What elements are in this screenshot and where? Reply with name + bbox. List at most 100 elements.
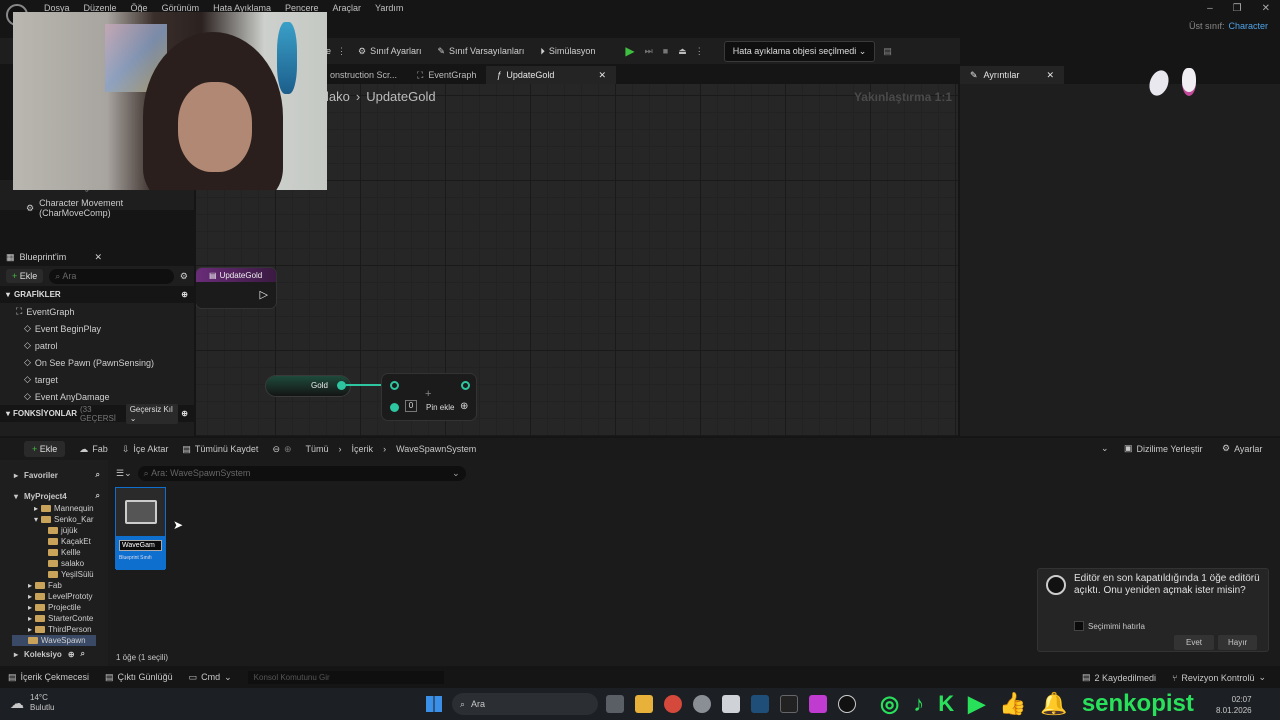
add-pin-icon[interactable]: ⊕	[460, 401, 468, 412]
close-tab-icon[interactable]: ✕	[598, 70, 606, 81]
content-drawer-button[interactable]: ▤ İçerik Çekmecesi	[8, 672, 89, 683]
taskbar-search[interactable]: ⌕ Ara	[452, 693, 598, 715]
gold-variable-node[interactable]: Gold	[266, 376, 350, 396]
exec-pin-icon[interactable]: ▷	[260, 288, 268, 301]
tree-folder[interactable]: YeşilSülü	[34, 569, 96, 580]
play-options-icon[interactable]: ⋮	[695, 46, 704, 57]
close-details-icon[interactable]: ✕	[1046, 70, 1054, 81]
project-section[interactable]: ▾ MyProject4 ⌕	[14, 491, 100, 501]
tree-folder[interactable]: ▸ Fab	[28, 580, 96, 591]
chrome-icon[interactable]	[664, 695, 682, 713]
no-button[interactable]: Hayır	[1218, 635, 1258, 650]
store-icon[interactable]	[722, 695, 740, 713]
path-dropdown-icon[interactable]: ⌄	[1101, 443, 1109, 454]
tree-folder[interactable]: KaçakEt	[34, 536, 96, 547]
fab-button[interactable]: ☁ Fab	[79, 444, 108, 455]
revision-control-button[interactable]: ⑂ Revizyon Kontrolü ⌄	[1172, 672, 1266, 683]
file-explorer-icon[interactable]	[635, 695, 653, 713]
graph-item-event-graph[interactable]: ⛶ EventGraph	[0, 303, 194, 320]
import-button[interactable]: ⇩ İçe Aktar	[122, 444, 169, 455]
index-input[interactable]: 0	[405, 400, 417, 412]
content-settings-button[interactable]: ⚙ Ayarlar	[1222, 443, 1262, 454]
step-icon[interactable]: ⏭	[645, 46, 653, 57]
settings-icon[interactable]: ⚙	[180, 271, 188, 282]
gold-output-pin[interactable]	[337, 381, 346, 390]
steam-icon[interactable]	[751, 695, 769, 713]
add-collection-icon[interactable]: ⊕	[68, 650, 75, 659]
search-icon[interactable]: ⌕	[81, 649, 85, 659]
add-button[interactable]: + Ekle	[6, 269, 44, 283]
dock-layout-button[interactable]: ▣ Dizilime Yerleştir	[1124, 443, 1203, 454]
event-item[interactable]: ◇ target	[0, 371, 194, 388]
tree-folder[interactable]: jüjük	[34, 525, 96, 536]
add-pin-label[interactable]: Pin ekle	[426, 403, 454, 412]
parent-class-link[interactable]: Character	[1228, 21, 1268, 31]
minimize-icon[interactable]: –	[1207, 3, 1213, 14]
save-all-button[interactable]: ▤ Tümünü Kaydet	[182, 444, 258, 455]
search-icon[interactable]: ⌕	[96, 470, 100, 480]
output-log-button[interactable]: ▤ Çıktı Günlüğü	[105, 672, 173, 683]
event-item[interactable]: ◇ On See Pawn (PawnSensing)	[0, 354, 194, 371]
favorites-section[interactable]: ▸ Favoriler ⌕	[14, 470, 100, 480]
maximize-icon[interactable]: ❐	[1233, 3, 1242, 14]
epic-games-icon[interactable]	[780, 695, 798, 713]
remember-checkbox[interactable]	[1074, 621, 1084, 631]
override-dropdown[interactable]: Geçersiz Kıl ⌄	[125, 403, 179, 424]
search-icon[interactable]: ⌕	[96, 491, 100, 501]
task-view-icon[interactable]	[606, 695, 624, 713]
weather-widget[interactable]: ☁ 14°C Bulutlu	[10, 693, 54, 713]
functions-section[interactable]: ▾ FONKSİYONLAR (33 GEÇERSİ Geçersiz Kıl ⌄…	[0, 403, 194, 424]
simulation-button[interactable]: ⏵ Simülasyon	[540, 46, 595, 57]
tree-folder[interactable]: ▾ Senko_Kar	[34, 514, 96, 525]
tree-folder-selected[interactable]: WaveSpawn	[12, 635, 96, 646]
console-input[interactable]: Konsol Komutunu Gir	[247, 670, 444, 684]
tree-folder[interactable]: ▸ LevelPrototy	[28, 591, 96, 602]
asset-name-input[interactable]: WaveGam	[119, 540, 162, 551]
input-pin[interactable]	[390, 381, 399, 390]
function-entry-node[interactable]: ▤ UpdateGold ▷	[196, 268, 276, 308]
class-settings-button[interactable]: ⚙ Sınıf Ayarları	[358, 46, 421, 57]
tab-event-graph[interactable]: ⛶ EventGraph	[407, 66, 486, 84]
windows-start-icon[interactable]	[426, 696, 442, 712]
play-icon[interactable]: ▶	[625, 44, 634, 58]
event-item[interactable]: ◇ patrol	[0, 337, 194, 354]
toolbar-more-icon[interactable]: ⋮	[337, 46, 346, 57]
class-defaults-button[interactable]: ✎ Sınıf Varsayılanları	[437, 46, 524, 57]
tab-construction-script[interactable]: onstruction Scr...	[320, 66, 407, 84]
tree-folder[interactable]: ▸ ThirdPerson	[28, 624, 96, 635]
app-icon[interactable]	[809, 695, 827, 713]
filter-icon[interactable]: ☰⌄	[116, 468, 132, 479]
add-graph-icon[interactable]: ⊕	[181, 290, 188, 299]
close-panel-icon[interactable]: ✕	[94, 252, 102, 263]
back-icon[interactable]: ⊖	[272, 444, 280, 455]
eject-icon[interactable]: ⏏	[678, 46, 687, 57]
cmd-dropdown[interactable]: ▭ Cmd ⌄	[189, 672, 232, 683]
tab-update-gold[interactable]: ƒ UpdateGold ✕	[486, 66, 616, 84]
debug-object-dropdown[interactable]: Hata ayıklama objesi seçilmedi ⌄	[723, 40, 876, 62]
unreal-taskbar-icon[interactable]	[838, 695, 856, 713]
add-function-icon[interactable]: ⊕	[181, 409, 188, 418]
content-search-input[interactable]: ⌕ Ara: WaveSpawnSystem ⌄	[137, 466, 466, 481]
tree-folder[interactable]: Kellle	[34, 547, 96, 558]
component-char-movement[interactable]: ⚙ Character Movement (CharMoveComp)	[26, 198, 194, 218]
find-icon[interactable]: ▤	[883, 46, 892, 57]
menu-tools[interactable]: Araçlar	[333, 3, 362, 13]
clock[interactable]: 02:07 8.01.2026	[1216, 694, 1252, 716]
event-item[interactable]: ◇ Event BeginPlay	[0, 320, 194, 337]
index-pin[interactable]	[390, 403, 399, 412]
close-icon[interactable]: ✕	[1262, 3, 1270, 14]
event-item[interactable]: ◇ Event AnyDamage	[0, 388, 194, 405]
asset-tile[interactable]: WaveGam Blueprint Sınıfı	[115, 487, 166, 570]
yes-button[interactable]: Evet	[1174, 635, 1215, 650]
app-icon[interactable]	[693, 695, 711, 713]
output-pin[interactable]	[461, 381, 470, 390]
tree-folder[interactable]: ▸ Projectile	[28, 602, 96, 613]
stop-icon[interactable]: ■	[663, 46, 668, 56]
blueprint-search-input[interactable]: ⌕ Ara	[49, 268, 174, 284]
forward-icon[interactable]: ⊕	[284, 444, 292, 455]
menu-help[interactable]: Yardım	[375, 3, 403, 13]
graphs-section[interactable]: ▾ GRAFİKLER ⊕	[0, 286, 194, 303]
content-add-button[interactable]: + Ekle	[24, 441, 66, 457]
tree-folder[interactable]: salako	[34, 558, 96, 569]
tab-details[interactable]: ✎ Ayrıntılar ✕	[960, 66, 1064, 84]
